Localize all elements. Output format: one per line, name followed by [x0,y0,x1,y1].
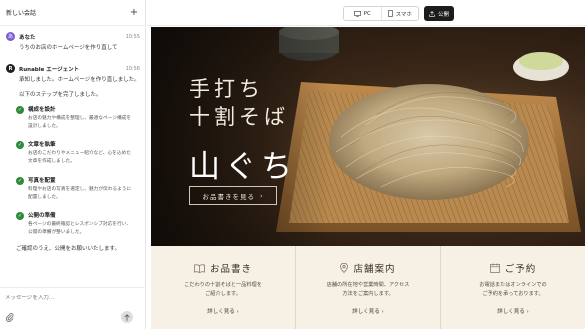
step-title: 構成を設計 [28,107,56,113]
step-title: 公開の準備 [28,213,56,219]
user-message-time: 10:55 [125,33,140,40]
user-name: あなた [19,34,36,41]
device-toggle: PC スマホ [343,6,419,21]
step-description: お店の魅力や構成を整理し、最適なページ構成を 設計しました。 [28,116,132,129]
phone-icon [387,10,393,17]
arrow-up-icon [124,313,130,321]
mobile-view-button[interactable]: スマホ [382,7,419,20]
user-message-text: うちのお店のホームページを作り直して [19,45,118,51]
check-icon: ✓ [16,106,24,114]
info-section: お品書き こだわりの十割そばと一品料理を ご紹介します。 詳しく見る › 店舗案… [151,246,585,329]
hero-section: 手打ち 十割そば 山ぐち お品書きを見る › [151,27,585,246]
info-description: お電話またはオンラインでの ご予約を承っております。 [479,282,547,297]
info-card-store: 店舗案内 店舗の所在地や営業時間、アクセス 方法をご案内します。 詳しく見る › [295,246,440,329]
info-link[interactable]: 詳しく見る › [441,307,585,315]
user-avatar: あ [6,32,15,41]
share-icon [429,10,435,17]
shop-name: 山ぐち [189,149,297,185]
step-title: 文章を執筆 [28,142,56,148]
message-input[interactable] [5,295,135,301]
send-button[interactable] [121,311,133,323]
menu-cta-button[interactable]: お品書きを見る › [189,186,277,205]
info-title: 店舗案内 [353,264,396,275]
calendar-icon [489,263,500,273]
publish-button[interactable]: 公開 [424,6,454,21]
monitor-icon [353,10,361,17]
info-card-reservation: ご予約 お電話またはオンラインでの ご予約を承っております。 詳しく見る › [440,246,585,329]
step-description: 料理やお店の写真を選定し、魅力が伝わるように 配置しました。 [28,187,132,200]
pc-label: PC [363,10,371,17]
check-icon: ✓ [16,141,24,149]
book-icon [194,263,205,273]
info-description: こだわりの十割そばと一品料理を ご紹介します。 [184,282,262,297]
message-composer [0,287,146,329]
agent-message-time: 10:56 [125,65,140,72]
new-chat-button[interactable]: + [129,7,139,18]
agent-intro-2: 以下のステップを完了しました。 [19,92,102,98]
agent-name: Runable エージェント [19,66,80,73]
paperclip-icon[interactable] [5,313,14,324]
check-icon: ✓ [16,212,24,220]
step-title: 写真を配置 [28,178,56,184]
agent-message: R Runable エージェント 10:56 承知しました。ホームページを作り直… [0,64,146,99]
step-description: お店のこだわりやメニュー紹介など、心を込めた 文章を作成しました。 [28,151,131,164]
info-title: お品書き [209,264,252,275]
hero-title: 手打ち 十割そば [189,77,289,129]
user-message: あ あなた 10:55 うちのお店のホームページを作り直して [0,32,146,52]
info-card-menu: お品書き こだわりの十割そばと一品料理を ご紹介します。 詳しく見る › [151,246,295,329]
map-pin-icon [340,263,349,273]
info-link[interactable]: 詳しく見る › [151,307,295,315]
agent-intro-1: 承知しました。ホームページを作り直しました。 [19,77,140,83]
agent-avatar: R [6,64,15,73]
mobile-label: スマホ [395,11,412,18]
check-icon: ✓ [16,177,24,185]
publish-label: 公開 [437,11,449,18]
info-description: 店舗の所在地や営業時間、アクセス 方法をご案内します。 [326,282,410,297]
info-link[interactable]: 詳しく見る › [296,307,440,315]
chevron-right-icon: › [259,191,264,200]
info-title: ご予約 [504,264,537,275]
step-description: 各ページの最終確認とレスポンシブ対応を行い、 公開の準備が整いました。 [28,222,132,235]
chat-header: 新しい会話 + [0,0,145,26]
preview-toolbar: PC スマホ 公開 [147,0,585,26]
chat-title: 新しい会話 [6,10,37,17]
menu-cta-label: お品書きを見る [202,192,255,201]
agent-closing-text: ご確認のうえ、公開をお願いいたします。 [16,246,120,252]
chat-panel: 新しい会話 + あ あなた 10:55 うちのお店のホームページを作り直して R… [0,0,146,329]
pc-view-button[interactable]: PC [344,7,382,20]
